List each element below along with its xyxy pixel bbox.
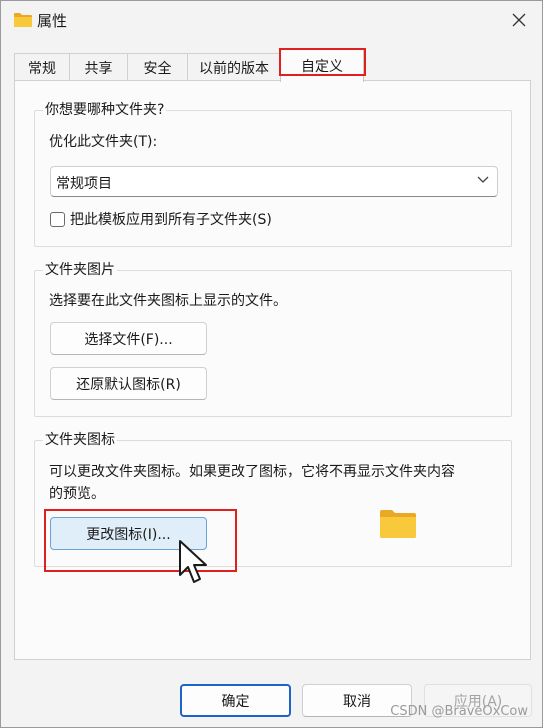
tab-label: 自定义 xyxy=(301,59,343,75)
close-button[interactable] xyxy=(496,1,542,39)
group-title: 你想要哪种文件夹? xyxy=(43,101,167,119)
tab-label: 常规 xyxy=(28,60,56,77)
ok-button[interactable]: 确定 xyxy=(180,684,291,717)
optimize-select[interactable]: 常规项目 xyxy=(50,166,498,197)
folder-picture-group: 文件夹图片 选择要在此文件夹图标上显示的文件。 选择文件(F)... 还原默认图… xyxy=(34,261,512,417)
icon-description-line1: 可以更改文件夹图标。如果更改了图标，它将不再显示文件夹内容 xyxy=(49,464,455,480)
picture-description: 选择要在此文件夹图标上显示的文件。 xyxy=(49,293,287,309)
select-value: 常规项目 xyxy=(56,176,112,192)
window-title: 属性 xyxy=(37,12,68,30)
button-label: 选择文件(F)... xyxy=(84,331,173,348)
choose-file-button[interactable]: 选择文件(F)... xyxy=(50,322,207,355)
properties-window: 属性 常规 共享 安全 以前的版本 自定义 你想要哪种文件夹? 优化此文件夹(T… xyxy=(0,0,543,728)
folder-type-group: 你想要哪种文件夹? 优化此文件夹(T): 常规项目 把此模板应用到所有子文件夹(… xyxy=(34,101,512,247)
button-label: 还原默认图标(R) xyxy=(76,376,181,393)
tab-sharing[interactable]: 共享 xyxy=(69,53,128,81)
button-label: 确定 xyxy=(221,693,250,710)
title-bar: 属性 xyxy=(1,1,542,39)
tab-label: 共享 xyxy=(84,60,113,77)
tab-previous-versions[interactable]: 以前的版本 xyxy=(187,53,281,81)
tab-label: 以前的版本 xyxy=(199,60,269,77)
tab-panel: 你想要哪种文件夹? 优化此文件夹(T): 常规项目 把此模板应用到所有子文件夹(… xyxy=(14,80,531,660)
folder-icon-group: 文件夹图标 可以更改文件夹图标。如果更改了图标，它将不再显示文件夹内容 的预览。… xyxy=(34,431,512,567)
close-icon xyxy=(512,13,526,27)
chevron-down-icon xyxy=(477,176,489,183)
optimize-label: 优化此文件夹(T): xyxy=(49,134,158,150)
tab-general[interactable]: 常规 xyxy=(14,53,70,81)
mouse-cursor-icon xyxy=(179,540,207,583)
button-label: 更改图标(I)... xyxy=(86,526,171,543)
apply-subfolders-checkbox[interactable] xyxy=(50,212,65,227)
group-title: 文件夹图标 xyxy=(43,431,117,449)
folder-icon xyxy=(14,13,32,27)
checkbox-label: 把此模板应用到所有子文件夹(S) xyxy=(70,212,272,228)
group-title: 文件夹图片 xyxy=(43,261,117,279)
restore-default-button[interactable]: 还原默认图标(R) xyxy=(50,367,207,400)
tab-customize[interactable]: 自定义 xyxy=(280,49,364,82)
tab-label: 安全 xyxy=(143,60,172,77)
watermark: CSDN @BraveOxCow xyxy=(390,704,528,719)
tab-security[interactable]: 安全 xyxy=(127,53,188,81)
icon-description-line2: 的预览。 xyxy=(49,486,105,502)
folder-preview-icon xyxy=(380,510,416,538)
button-label: 取消 xyxy=(343,693,371,710)
